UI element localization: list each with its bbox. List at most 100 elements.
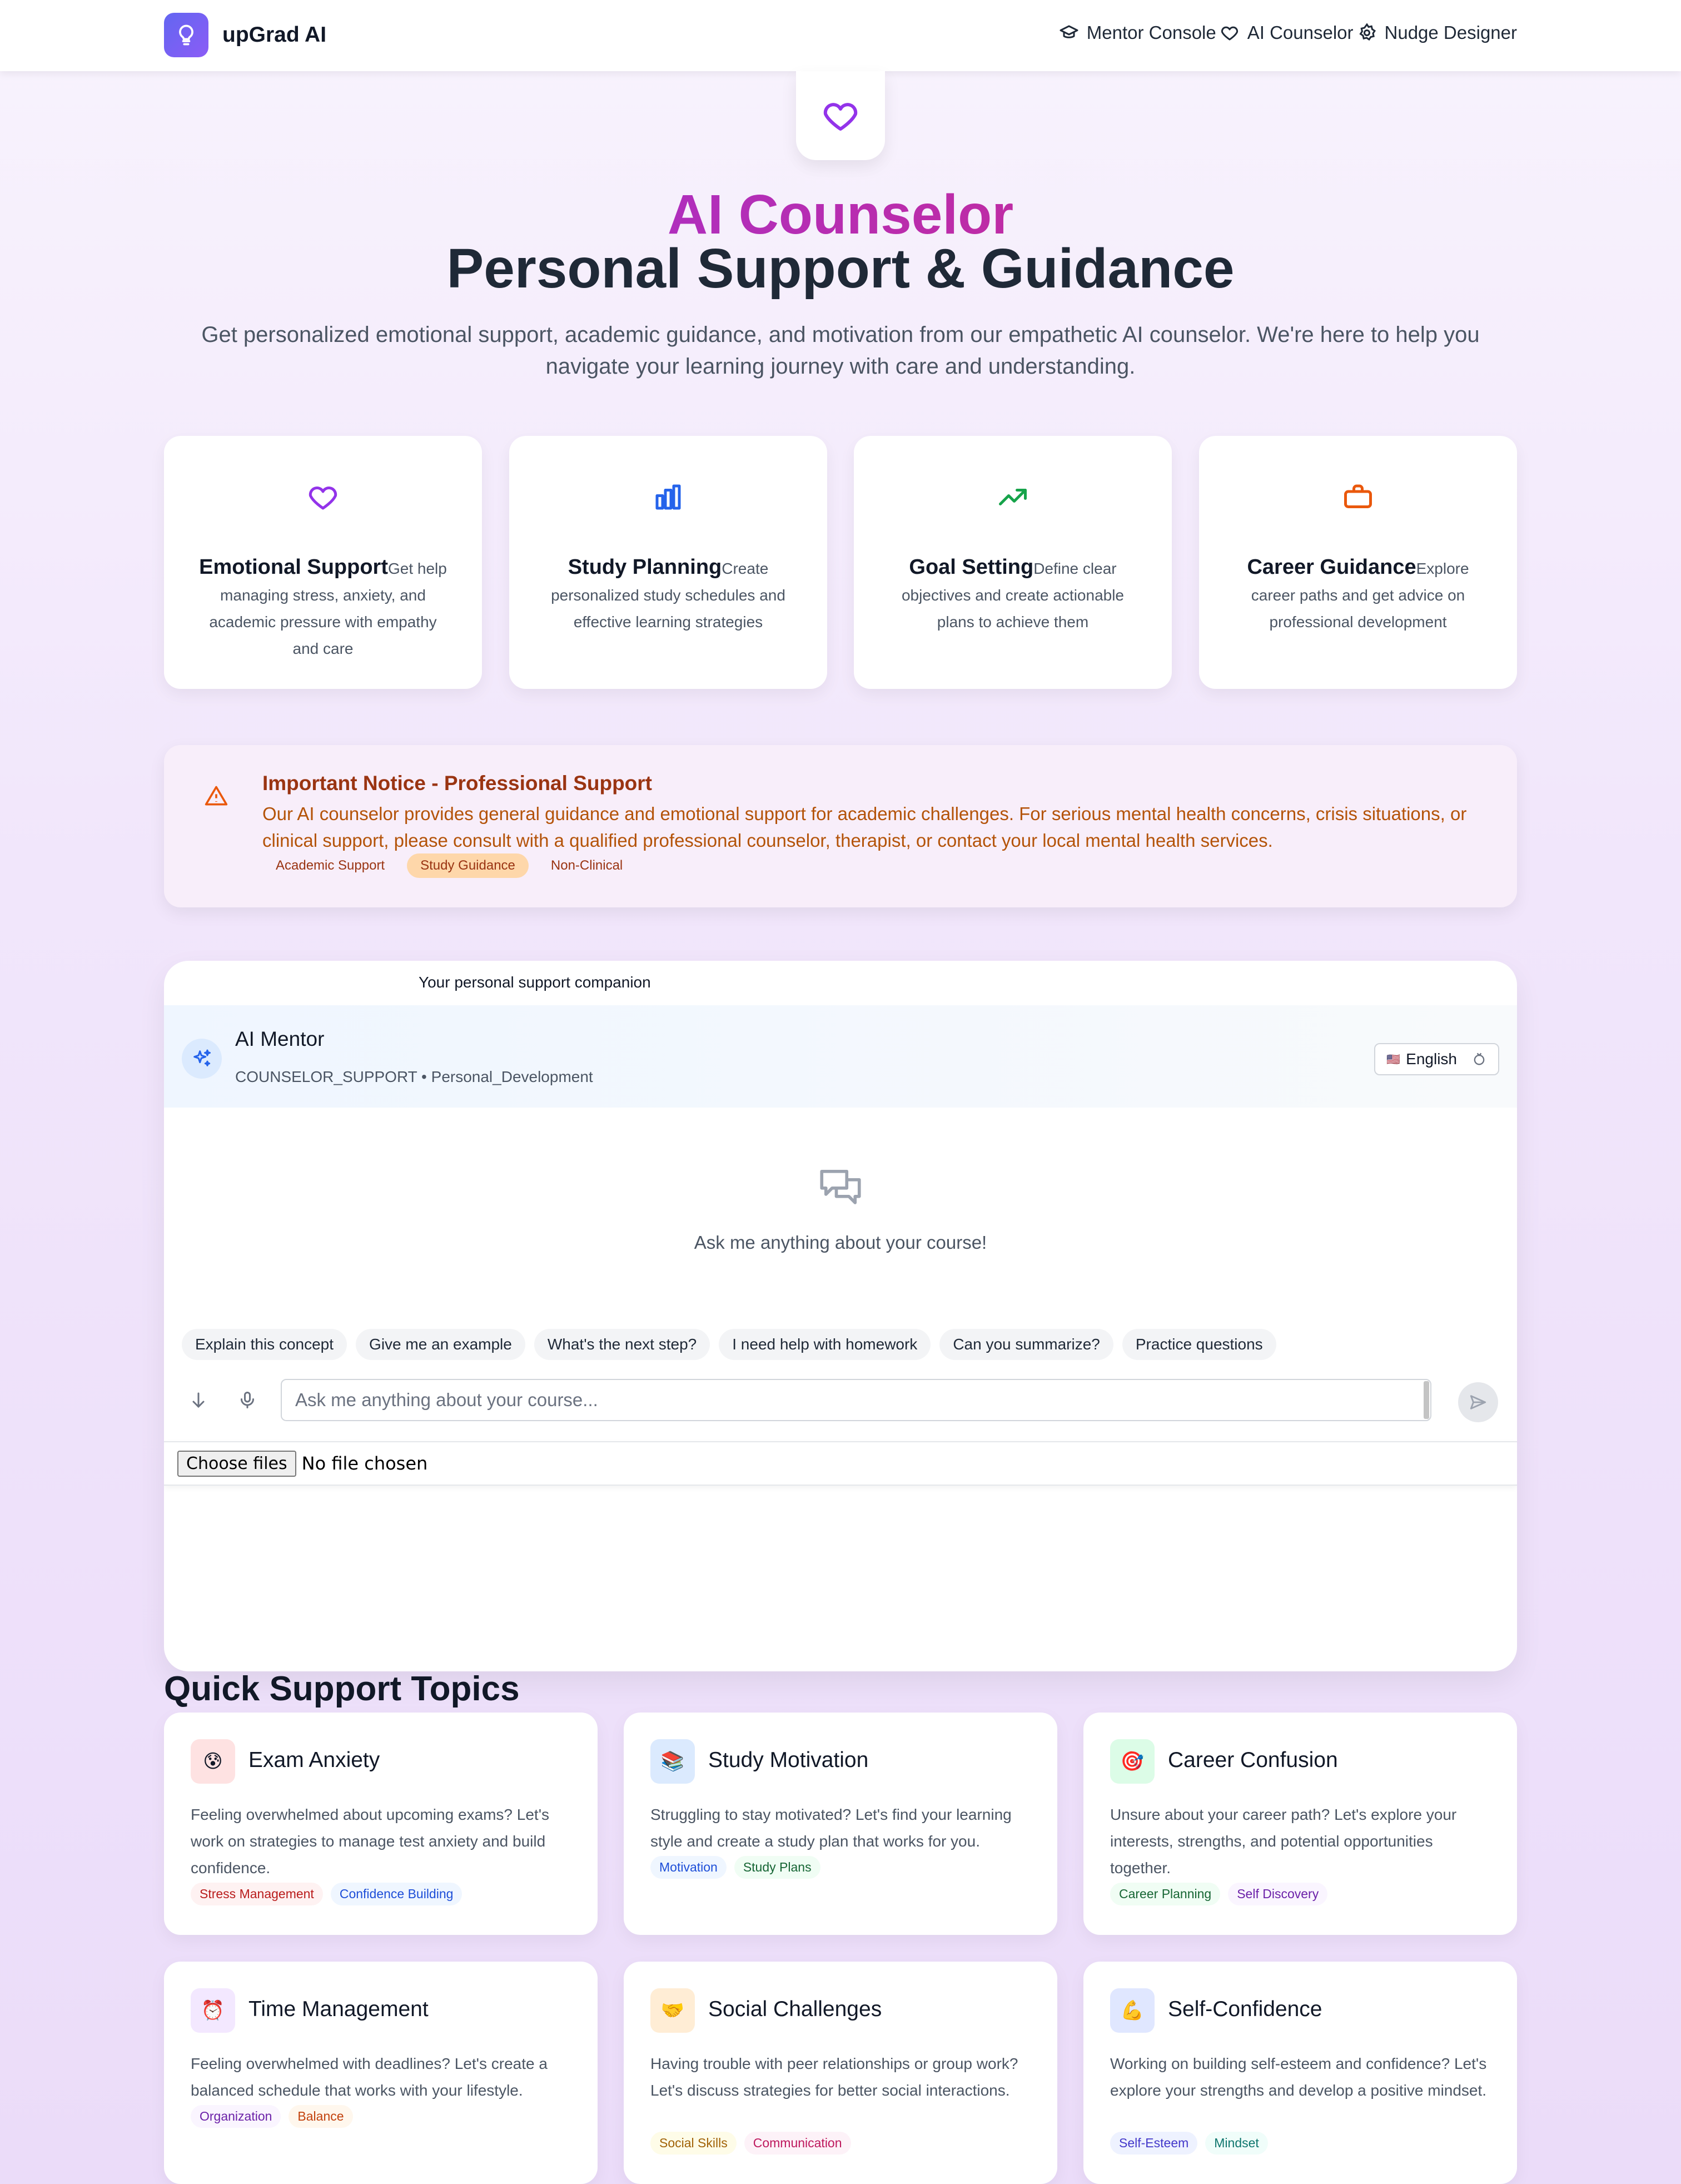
brand-name: upGrad AI: [222, 23, 327, 47]
professional-support-notice: Important Notice - Professional Support …: [164, 745, 1517, 907]
briefcase-icon: [1344, 484, 1372, 508]
topic-card-exam-anxiety[interactable]: 😰 Exam Anxiety Feeling overwhelmed about…: [164, 1713, 598, 1935]
topic-title: Career Confusion: [1168, 1748, 1338, 1772]
topic-tag: Balance: [289, 2105, 353, 2128]
nav-link-label: AI Counselor: [1247, 22, 1354, 43]
target-icon: 🎯: [1110, 1739, 1155, 1784]
books-icon: 📚: [650, 1739, 695, 1784]
topic-card-self-confidence[interactable]: 💪 Self-Confidence Working on building se…: [1083, 1962, 1517, 2184]
translate-icon: [1474, 1053, 1485, 1065]
nav-link-nudge-designer[interactable]: Nudge Designer: [1357, 22, 1517, 43]
topic-title: Self-Confidence: [1168, 1997, 1322, 2021]
badge-non-clinical: Non-Clinical: [550, 858, 623, 873]
microphone-icon[interactable]: [236, 1389, 258, 1411]
feature-title: Study Planning: [568, 555, 722, 579]
send-button[interactable]: [1458, 1382, 1498, 1422]
send-icon: [1470, 1395, 1486, 1409]
heart-icon: [1221, 26, 1238, 41]
choose-files-button[interactable]: Choose files: [177, 1450, 296, 1477]
suggestion-chip[interactable]: Can you summarize?: [939, 1329, 1113, 1360]
badge-academic-support: Academic Support: [276, 858, 385, 873]
badge-study-guidance: Study Guidance: [407, 853, 529, 878]
topic-title: Social Challenges: [708, 1997, 882, 2021]
chat-bubble-icon: [815, 1161, 866, 1214]
topic-tag: Confidence Building: [330, 1883, 462, 1905]
nav-link-ai-counselor[interactable]: AI Counselor: [1220, 22, 1354, 43]
topic-title: Study Motivation: [708, 1748, 869, 1772]
suggestion-chip[interactable]: Practice questions: [1122, 1329, 1276, 1360]
handshake-icon: 🤝: [650, 1988, 695, 2033]
topic-tag: Communication: [744, 2132, 851, 2155]
chat-panel: Your personal support companion AI Mento…: [164, 961, 1517, 1671]
brand[interactable]: upGrad AI: [164, 13, 326, 57]
sparkles-icon: [182, 1039, 222, 1079]
topic-tag: Organization: [191, 2105, 281, 2128]
nav-link-mentor-console[interactable]: Mentor Console: [1059, 22, 1216, 43]
topic-description: Working on building self-esteem and conf…: [1110, 2055, 1487, 2099]
hero-description: Get personalized emotional support, acad…: [201, 322, 1480, 379]
feature-card-goal-setting: Goal SettingDefine clear objectives and …: [854, 436, 1172, 689]
topic-tag: Mindset: [1205, 2132, 1268, 2155]
feature-title: Career Guidance: [1247, 555, 1416, 579]
topic-title: Exam Anxiety: [248, 1748, 380, 1772]
heart-icon: [309, 487, 337, 510]
file-status: No file chosen: [301, 1453, 428, 1474]
topic-title: Time Management: [248, 1997, 429, 2021]
topic-tag: Motivation: [650, 1856, 727, 1879]
chat-input[interactable]: [281, 1379, 1431, 1421]
flexed-biceps-icon: 💪: [1110, 1988, 1155, 2033]
language-label: English: [1406, 1050, 1457, 1068]
lightbulb-icon: [164, 13, 208, 57]
topic-description: Unsure about your career path? Let's exp…: [1110, 1806, 1457, 1877]
topic-tag: Stress Management: [191, 1883, 323, 1905]
topic-tag: Self Discovery: [1228, 1883, 1328, 1905]
file-upload: Choose files No file chosen: [164, 1441, 1517, 1486]
mentor-context: COUNSELOR_SUPPORT • Personal_Development: [235, 1068, 593, 1085]
suggestion-chip[interactable]: Give me an example: [356, 1329, 525, 1360]
nav-link-label: Nudge Designer: [1384, 22, 1517, 43]
alarm-clock-icon: ⏰: [191, 1988, 235, 2033]
topic-tag: Study Plans: [734, 1856, 820, 1879]
notice-title: Important Notice - Professional Support: [262, 772, 652, 795]
topic-card-time-management[interactable]: ⏰ Time Management Feeling overwhelmed wi…: [164, 1962, 598, 2184]
suggestion-chip[interactable]: Explain this concept: [182, 1329, 347, 1360]
topic-card-career-confusion[interactable]: 🎯 Career Confusion Unsure about your car…: [1083, 1713, 1517, 1935]
hero-heart-badge: [796, 71, 885, 160]
flag-icon: 🇺🇸: [1386, 1053, 1401, 1066]
arrow-down-icon[interactable]: [187, 1389, 210, 1411]
top-navbar: upGrad AI Mentor Console AI Counselor Nu…: [0, 0, 1681, 71]
topic-description: Feeling overwhelmed with deadlines? Let'…: [191, 2055, 548, 2099]
topic-card-study-motivation[interactable]: 📚 Study Motivation Struggling to stay mo…: [624, 1713, 1057, 1935]
quick-support-title: Quick Support Topics: [164, 1670, 520, 1708]
suggestion-chip[interactable]: I need help with homework: [719, 1329, 931, 1360]
feature-title: Emotional Support: [199, 555, 388, 579]
feature-title: Goal Setting: [909, 555, 1034, 579]
feature-card-emotional-support: Emotional SupportGet help managing stres…: [164, 436, 482, 689]
topic-tag: Career Planning: [1110, 1883, 1221, 1905]
gear-icon: [1359, 23, 1376, 41]
page-subtitle: Personal Support & Guidance: [446, 237, 1235, 300]
warning-icon: [204, 784, 228, 811]
topic-card-social-challenges[interactable]: 🤝 Social Challenges Having trouble with …: [624, 1962, 1057, 2184]
topic-tag: Self-Esteem: [1110, 2132, 1198, 2155]
chat-header: AI Mentor COUNSELOR_SUPPORT • Personal_D…: [164, 1005, 1517, 1108]
feature-card-career-guidance: Career GuidanceExplore career paths and …: [1199, 436, 1517, 689]
input-resize-handle[interactable]: [1424, 1381, 1429, 1419]
empty-state-text: Ask me anything about your course!: [694, 1232, 987, 1253]
trending-up-icon: [999, 489, 1027, 505]
companion-label: Your personal support companion: [419, 974, 651, 991]
graduation-cap-icon: [1060, 25, 1078, 38]
anxious-face-icon: 😰: [191, 1739, 235, 1784]
chart-icon: [655, 484, 681, 510]
suggestion-chip[interactable]: What's the next step?: [534, 1329, 710, 1360]
nav-link-label: Mentor Console: [1086, 22, 1216, 43]
notice-text: Our AI counselor provides general guidan…: [262, 803, 1467, 851]
feature-card-study-planning: Study PlanningCreate personalized study …: [509, 436, 827, 689]
topic-tag: Social Skills: [650, 2132, 737, 2155]
suggestion-chips: Explain this concept Give me an example …: [182, 1329, 1285, 1360]
language-selector[interactable]: 🇺🇸 English: [1374, 1043, 1499, 1075]
topic-description: Feeling overwhelmed about upcoming exams…: [191, 1806, 550, 1877]
topic-description: Struggling to stay motivated? Let's find…: [650, 1806, 1012, 1850]
mentor-name: AI Mentor: [235, 1028, 325, 1050]
heart-icon: [823, 103, 858, 131]
